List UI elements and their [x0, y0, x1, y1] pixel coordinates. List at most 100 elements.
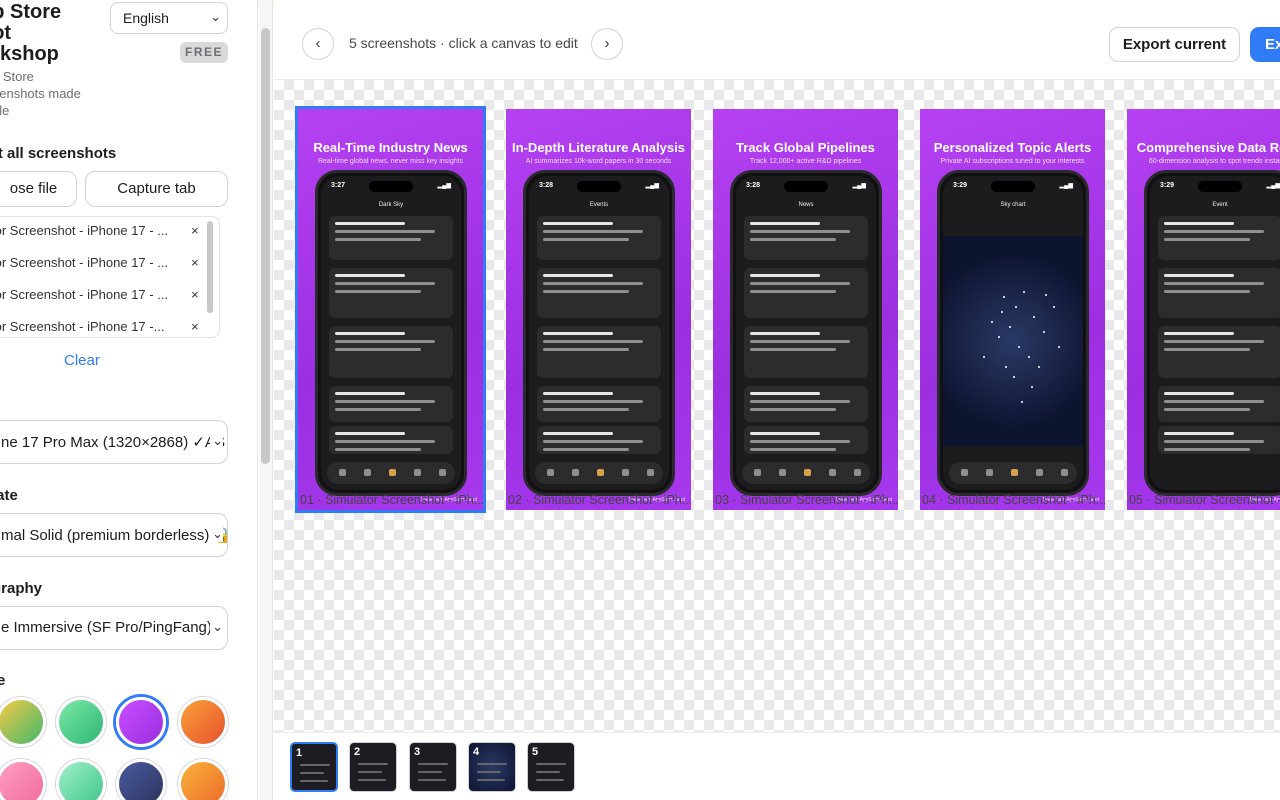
- text-line: [750, 392, 820, 395]
- prev-button[interactable]: ‹: [302, 28, 334, 60]
- file-list: tor Screenshot - iPhone 17 - ... × tor Sc…: [0, 216, 220, 338]
- dynamic-island: [369, 181, 413, 192]
- language-select[interactable]: English ⌄: [110, 2, 228, 34]
- card-title: Real-Time Industry News: [313, 140, 468, 155]
- template-select[interactable]: mal Solid (premium borderless) 🔒 ⌄: [0, 513, 228, 557]
- content-block: [537, 268, 661, 318]
- content-block: [1158, 216, 1280, 260]
- next-button[interactable]: ›: [591, 28, 623, 60]
- thumbnail-number: 3: [414, 746, 421, 758]
- screenshot-canvas-2[interactable]: In-Depth Literature Analysis AI summarize…: [506, 109, 691, 510]
- screen-header: Event: [1212, 202, 1228, 208]
- palette-swatch-green-yellow[interactable]: [0, 697, 46, 747]
- screenshot-canvas-1[interactable]: Real-Time Industry News Real-time global …: [298, 109, 483, 510]
- screenshot-canvas-3[interactable]: Track Global Pipelines Track 12,000+ acti…: [713, 109, 898, 510]
- settings-sidebar: op Store hot orkshop English ⌄ FREE p St…: [0, 0, 258, 800]
- thumb-line: [300, 764, 330, 766]
- phone-mockup: 3:27 ▂▄▆ Dark Sky: [315, 170, 467, 496]
- clear-button[interactable]: Clear: [64, 352, 100, 369]
- text-line: [1164, 340, 1264, 343]
- palette-swatch-mint[interactable]: [56, 759, 106, 800]
- device-select[interactable]: ne 17 Pro Max (1320×2868) ✓AS ⌄: [0, 420, 228, 464]
- thumb-line: [418, 771, 442, 773]
- remove-file-icon[interactable]: ×: [191, 255, 199, 270]
- canvas-label: 02 · Simulator Screenshot - iPh...: [508, 493, 693, 507]
- content-block: [744, 216, 868, 260]
- text-line: [543, 348, 629, 351]
- palette-swatch-green[interactable]: [56, 697, 106, 747]
- text-line: [1164, 432, 1234, 435]
- canvas-area: Real-Time Industry News Real-time global …: [274, 80, 1280, 732]
- screen-header: Dark Sky: [378, 202, 404, 208]
- star-point: [1015, 306, 1017, 308]
- status-time: 3:28: [539, 182, 554, 189]
- export-current-button[interactable]: Export current: [1109, 27, 1240, 62]
- thumbnail-number: 1: [296, 747, 303, 759]
- tab-icon: [547, 469, 554, 476]
- template-value: mal Solid (premium borderless) 🔒: [1, 527, 228, 544]
- tab-bar: [327, 462, 455, 484]
- star-point: [1013, 376, 1015, 378]
- palette-swatch-navy[interactable]: [116, 759, 166, 800]
- palette-swatch-purple[interactable]: [116, 697, 166, 747]
- text-line: [335, 400, 435, 403]
- thumbnail-5[interactable]: 5: [527, 742, 575, 792]
- text-line: [543, 408, 629, 411]
- remove-file-icon[interactable]: ×: [191, 223, 199, 238]
- main-area: ‹ 5 screenshots · click a canvas to edit…: [274, 0, 1280, 800]
- typography-select[interactable]: e Immersive (SF Pro/PingFang) ⌄: [0, 606, 228, 650]
- remove-file-icon[interactable]: ×: [191, 319, 199, 334]
- text-line: [543, 230, 643, 233]
- file-name: tor Screenshot - iPhone 17 -...: [0, 319, 165, 334]
- palette-swatch-orange[interactable]: [178, 697, 228, 747]
- content-block: [1158, 426, 1280, 454]
- content-block: [744, 386, 868, 422]
- card-title: In-Depth Literature Analysis: [512, 140, 685, 155]
- text-line: [1164, 392, 1234, 395]
- thumb-line: [418, 779, 446, 781]
- content-block: [1158, 326, 1280, 378]
- thumbnail-3[interactable]: 3: [409, 742, 457, 792]
- text-line: [543, 238, 629, 241]
- file-list-scrollbar[interactable]: [207, 221, 213, 313]
- palette-swatch-pink[interactable]: [0, 759, 46, 800]
- phone-screen: 3:28 ▂▄▆ News: [736, 176, 876, 490]
- thumbnail-1[interactable]: 1: [290, 742, 338, 792]
- screenshot-canvas-5[interactable]: Comprehensive Data Repo 60-dimension anal…: [1127, 109, 1280, 510]
- thumbnail-number: 5: [532, 746, 539, 758]
- status-icons: ▂▄▆: [437, 183, 451, 189]
- toolbar: ‹ 5 screenshots · click a canvas to edit…: [274, 8, 1280, 80]
- file-item[interactable]: tor Screenshot - iPhone 17 -... ×: [0, 319, 211, 337]
- capture-tab-button[interactable]: Capture tab: [85, 171, 228, 207]
- remove-file-icon[interactable]: ×: [191, 287, 199, 302]
- card-title: Comprehensive Data Repo: [1136, 140, 1280, 155]
- thumbnail-2[interactable]: 2: [349, 742, 397, 792]
- text-line: [750, 432, 820, 435]
- choose-file-button[interactable]: ose file: [0, 171, 77, 207]
- thumb-line: [358, 763, 388, 765]
- text-line: [1164, 348, 1250, 351]
- content-block: [1158, 268, 1280, 318]
- thumbnail-4[interactable]: 4: [468, 742, 516, 792]
- text-line: [543, 332, 613, 335]
- content-block: [329, 216, 453, 260]
- file-item[interactable]: tor Screenshot - iPhone 17 - ... ×: [0, 287, 211, 309]
- tab-icon: [804, 469, 811, 476]
- screenshot-canvas-4[interactable]: Personalized Topic Alerts Private AI subs…: [920, 109, 1105, 510]
- star-point: [1001, 311, 1003, 313]
- palette-swatch-amber[interactable]: [178, 759, 228, 800]
- text-line: [750, 440, 850, 443]
- sidebar-scrollbar-thumb[interactable]: [261, 28, 270, 464]
- status-icons: ▂▄▆: [645, 183, 659, 189]
- sidebar-scrollbar[interactable]: [259, 0, 273, 800]
- screen-header: Sky chart: [1000, 202, 1026, 208]
- text-line: [750, 332, 820, 335]
- typography-value: e Immersive (SF Pro/PingFang): [1, 619, 212, 636]
- text-line: [335, 274, 405, 277]
- text-line: [335, 332, 405, 335]
- text-line: [750, 230, 850, 233]
- file-item[interactable]: tor Screenshot - iPhone 17 - ... ×: [0, 223, 211, 245]
- export-all-button[interactable]: Ex: [1250, 27, 1280, 62]
- file-item[interactable]: tor Screenshot - iPhone 17 - ... ×: [0, 255, 211, 277]
- star-point: [1003, 296, 1005, 298]
